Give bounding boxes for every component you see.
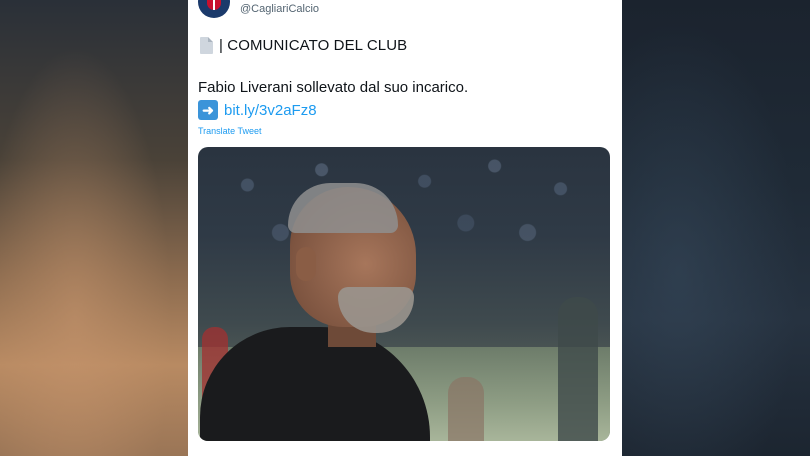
photo-background-person	[558, 297, 598, 441]
blurred-background-left	[0, 0, 188, 456]
photo-coach-body	[200, 327, 430, 441]
tweet-link-row[interactable]: ➜ bit.ly/3v2aFz8	[198, 100, 317, 120]
tweet-link[interactable]: bit.ly/3v2aFz8	[224, 102, 317, 119]
blurred-background-right	[622, 0, 810, 456]
photo-background-person	[448, 377, 484, 441]
user-handle[interactable]: @CagliariCalcio	[240, 3, 319, 15]
tweet-text: Fabio Liverani sollevato dal suo incaric…	[198, 79, 469, 96]
tweet-photo[interactable]	[198, 147, 610, 441]
translate-tweet-link[interactable]: Translate Tweet	[198, 126, 262, 136]
right-arrow-icon: ➜	[198, 100, 218, 120]
photo-coach-ear	[296, 247, 316, 281]
club-crest-icon	[207, 0, 221, 10]
avatar[interactable]	[198, 0, 230, 18]
page-facing-up-icon	[200, 36, 213, 54]
tweet-card: @CagliariCalcio | COMUNICATO DEL CLUB Fa…	[188, 0, 622, 456]
tweet-title: | COMUNICATO DEL CLUB	[219, 36, 408, 54]
tweet-title-row: | COMUNICATO DEL CLUB	[200, 35, 407, 55]
